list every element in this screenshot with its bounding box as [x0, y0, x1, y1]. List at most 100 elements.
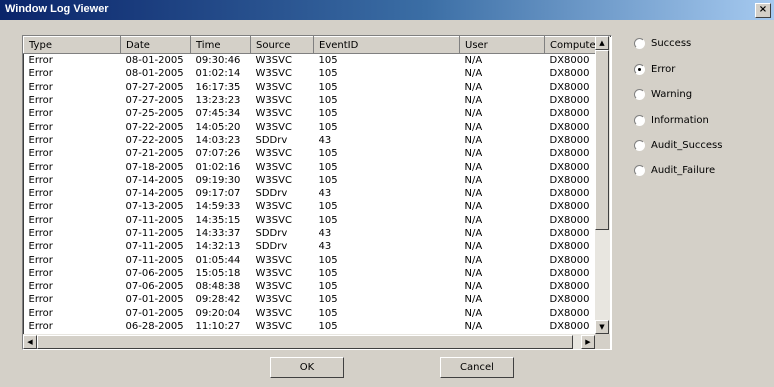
table-row[interactable]: Error 07-25-2005 07:45:34 W3SVC 105 N/A DX8000 [24, 107, 596, 120]
table-cell: N/A [464, 68, 483, 80]
table-cell: DX8000 [549, 228, 590, 239]
table-cell: 09:17:07 [195, 188, 241, 200]
table-row[interactable]: Error 07-11-2005 14:35:15 W3SVC 105 N/A DX8000 [24, 214, 596, 227]
table-cell: DX8000 [549, 307, 590, 319]
table-cell: DX8000 [549, 95, 590, 107]
table-cell: N/A [464, 95, 483, 107]
table-row[interactable]: Error 07-22-2005 14:05:20 W3SVC 105 N/A DX8000 [24, 120, 596, 133]
table-row[interactable]: Error 07-18-2005 01:02:16 W3SVC 105 N/A DX8000 [24, 160, 596, 173]
table-row[interactable]: Error 07-21-2005 07:07:26 W3SVC 105 N/A DX8000 [24, 147, 596, 160]
scroll-up-icon[interactable]: ▲ [595, 36, 609, 50]
table-row[interactable]: Error 07-11-2005 14:32:13 SDDrv 43 N/A DX8000 [24, 240, 596, 253]
table-cell: 13:23:23 [195, 95, 241, 107]
table-cell: 105 [318, 307, 338, 319]
table-row[interactable]: Error 07-14-2005 09:17:07 SDDrv 43 N/A DX8000 [24, 187, 596, 200]
table-cell: 07-27-2005 [125, 81, 184, 93]
radio-audit-failure-circle[interactable] [634, 165, 645, 176]
close-button[interactable]: × [755, 3, 771, 18]
radio-error-circle[interactable] [634, 64, 645, 75]
table-cell: W3SVC [255, 95, 292, 107]
column-header[interactable]: Time [190, 36, 251, 54]
table-row[interactable]: Error 07-01-2005 09:20:04 W3SVC 105 N/A DX8000 [24, 307, 596, 320]
table-cell: 16:17:35 [195, 81, 241, 93]
table-cell: 105 [318, 68, 338, 80]
radio-warning-circle[interactable] [634, 89, 645, 100]
table-cell: 09:28:42 [195, 294, 241, 306]
table-cell: 07-21-2005 [125, 148, 184, 160]
table-cell: DX8000 [549, 188, 590, 200]
table-row[interactable]: Error 07-13-2005 14:59:33 W3SVC 105 N/A DX8000 [24, 200, 596, 213]
table-cell: 15:05:18 [195, 267, 241, 279]
table-cell: 07-14-2005 [125, 174, 184, 186]
horizontal-scrollbar[interactable]: ◀ ▶ [23, 334, 595, 349]
table-cell: W3SVC [255, 214, 292, 226]
table-cell: Error [28, 321, 53, 333]
table-row[interactable]: Error 07-27-2005 13:23:23 W3SVC 105 N/A DX8000 [24, 94, 596, 107]
table-cell: DX8000 [549, 267, 590, 279]
table-row[interactable]: Error 08-01-2005 01:02:14 W3SVC 105 N/A DX8000 [24, 67, 596, 80]
table-cell: 105 [318, 267, 338, 279]
column-header[interactable]: Date [120, 36, 191, 54]
radio-label: Success [651, 38, 692, 49]
table-cell: Error [28, 254, 53, 266]
table-row[interactable]: Error 07-06-2005 08:48:38 W3SVC 105 N/A DX8000 [24, 280, 596, 293]
cancel-button[interactable]: Cancel [440, 357, 514, 378]
column-header[interactable]: Compute [544, 36, 595, 54]
table-row[interactable]: Error 07-11-2005 14:33:37 SDDrv 43 N/A DX8000 [24, 227, 596, 240]
vertical-scrollbar[interactable]: ▲ ▼ [595, 36, 610, 334]
table-cell: 07-14-2005 [125, 188, 184, 200]
horizontal-scroll-thumb[interactable] [37, 335, 573, 349]
table-cell: Error [28, 201, 53, 213]
column-header[interactable]: User [459, 36, 545, 54]
table-cell: 14:33:37 [195, 228, 241, 239]
table-row[interactable]: Error 07-14-2005 09:19:30 W3SVC 105 N/A DX8000 [24, 174, 596, 187]
radio-success-circle[interactable] [634, 38, 645, 49]
table-cell: W3SVC [255, 68, 292, 80]
scroll-right-icon[interactable]: ▶ [581, 335, 595, 349]
ok-button[interactable]: OK [270, 357, 344, 378]
table-cell: 07-22-2005 [125, 121, 184, 133]
table-cell: 105 [318, 95, 338, 107]
table-cell: N/A [464, 161, 483, 173]
table-row[interactable]: Error 06-28-2005 11:10:27 W3SVC 105 N/A DX8000 [24, 320, 596, 333]
event-log-list[interactable]: Type Date Time Source EventID User Compute Err… [22, 35, 612, 350]
table-cell: N/A [464, 174, 483, 186]
table-row[interactable]: Error 07-27-2005 16:17:35 W3SVC 105 N/A DX8000 [24, 81, 596, 94]
table-cell: 06-28-2005 [125, 321, 184, 333]
column-header[interactable]: Type [23, 36, 121, 54]
table-cell: Error [28, 95, 53, 107]
scroll-left-icon[interactable]: ◀ [23, 335, 37, 349]
table-cell: W3SVC [255, 321, 292, 333]
table-row[interactable]: Error 08-01-2005 09:30:46 W3SVC 105 N/A DX8000 [24, 54, 596, 68]
vertical-scroll-thumb[interactable] [595, 50, 609, 230]
table-cell: N/A [464, 201, 483, 213]
table-cell: 105 [318, 121, 338, 133]
radio-audit-success-circle[interactable] [634, 140, 645, 151]
window-title: Window Log Viewer [5, 3, 109, 15]
table-row[interactable]: Error 07-01-2005 09:28:42 W3SVC 105 N/A DX8000 [24, 293, 596, 306]
table-cell: DX8000 [549, 68, 590, 80]
table-cell: DX8000 [549, 321, 590, 333]
column-header[interactable]: EventID [313, 36, 460, 54]
table-cell: Error [28, 294, 53, 306]
table-row[interactable]: Error 07-11-2005 01:05:44 W3SVC 105 N/A DX8000 [24, 253, 596, 266]
table-cell: Error [28, 121, 53, 133]
table-cell: 43 [318, 188, 332, 200]
table-cell: N/A [464, 241, 483, 253]
table-cell: 07-01-2005 [125, 294, 184, 306]
table-cell: Error [28, 134, 53, 146]
table-row[interactable]: Error 07-22-2005 14:03:23 SDDrv 43 N/A DX8000 [24, 134, 596, 147]
radio-information-circle[interactable] [634, 115, 645, 126]
table-cell: DX8000 [549, 254, 590, 266]
column-header[interactable]: Source [250, 36, 314, 54]
table-cell: N/A [464, 267, 483, 279]
table-cell: W3SVC [255, 281, 292, 293]
table-cell: DX8000 [549, 281, 590, 293]
table-cell: N/A [464, 188, 483, 200]
table-cell: DX8000 [549, 108, 590, 120]
table-row[interactable]: Error 07-06-2005 15:05:18 W3SVC 105 N/A DX8000 [24, 267, 596, 280]
scroll-down-icon[interactable]: ▼ [595, 320, 609, 334]
title-bar[interactable]: Window Log Viewer × [0, 0, 774, 20]
table-cell: 105 [318, 161, 338, 173]
table-cell: 43 [318, 241, 332, 253]
